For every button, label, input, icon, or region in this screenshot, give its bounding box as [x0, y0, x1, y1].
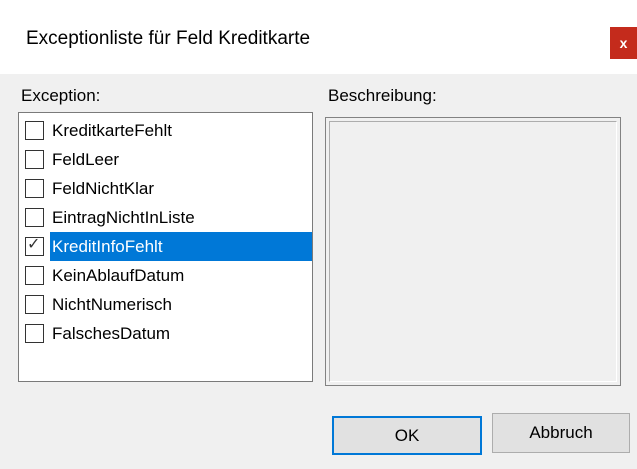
- list-item[interactable]: NichtNumerisch: [21, 289, 312, 319]
- checkbox[interactable]: [25, 323, 44, 343]
- list-item-label: EintragNichtInListe: [52, 207, 195, 227]
- list-item[interactable]: FalschesDatum: [21, 318, 312, 348]
- checkbox[interactable]: ✓: [25, 235, 44, 256]
- list-item[interactable]: KeinAblaufDatum: [21, 260, 312, 290]
- checkbox[interactable]: [25, 207, 44, 227]
- list-item-label: FeldLeer: [52, 149, 120, 169]
- title-bar: Exceptionliste für Feld Kreditkarte x: [0, 0, 637, 74]
- description-label: Beschreibung:: [328, 86, 437, 105]
- checkmark-icon: ✓: [27, 235, 41, 253]
- list-item-label: FalschesDatum: [52, 323, 171, 343]
- list-item-label: KeinAblaufDatum: [52, 265, 185, 285]
- window-title: Exceptionliste für Feld Kreditkarte: [26, 28, 311, 49]
- checkbox[interactable]: [25, 294, 44, 314]
- list-item[interactable]: FeldNichtKlar: [21, 173, 312, 203]
- list-item[interactable]: ✓ KreditInfoFehlt: [21, 231, 312, 261]
- description-textbox-inner: [329, 121, 617, 382]
- close-button[interactable]: x: [610, 27, 637, 59]
- list-item-label: FeldNichtKlar: [52, 178, 155, 198]
- cancel-button[interactable]: Abbruch: [492, 413, 630, 453]
- checkbox[interactable]: [25, 120, 44, 140]
- ok-button[interactable]: OK: [332, 416, 482, 455]
- list-item[interactable]: EintragNichtInListe: [21, 202, 312, 232]
- checkbox[interactable]: [25, 265, 44, 285]
- exception-checklist[interactable]: KreditkarteFehlt FeldLeer FeldNichtKlar …: [18, 112, 313, 382]
- list-item[interactable]: FeldLeer: [21, 144, 312, 174]
- checkbox[interactable]: [25, 178, 44, 198]
- list-item-label: NichtNumerisch: [52, 294, 172, 314]
- list-item-label: KreditInfoFehlt: [50, 231, 312, 261]
- list-item-label: KreditkarteFehlt: [52, 120, 172, 140]
- description-textbox[interactable]: [325, 117, 621, 386]
- exception-list-dialog: Exceptionliste für Feld Kreditkarte x Ex…: [0, 0, 637, 469]
- checkbox[interactable]: [25, 149, 44, 169]
- exception-label: Exception:: [21, 86, 101, 105]
- list-item[interactable]: KreditkarteFehlt: [21, 115, 312, 145]
